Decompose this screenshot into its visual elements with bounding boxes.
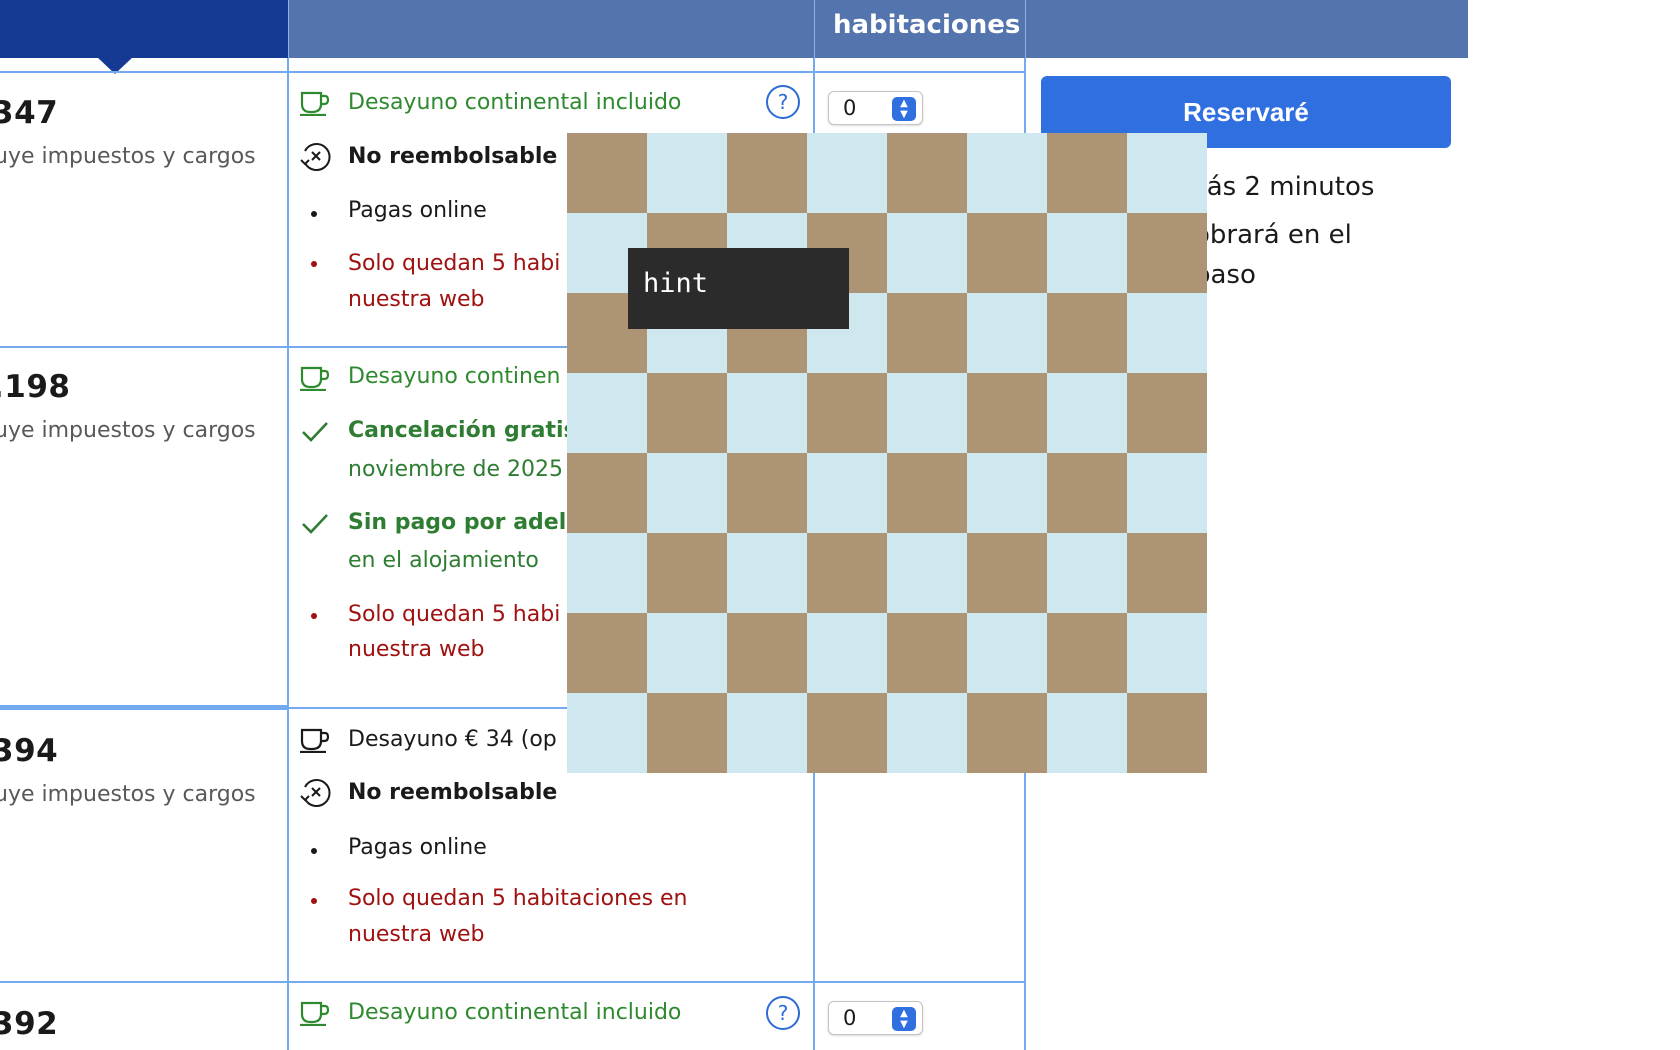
room-quantity-select[interactable]: 0 ▲ ▼ — [828, 91, 923, 125]
stepper-arrows-icon: ▲ ▼ — [892, 97, 916, 121]
room-quantity-value: 0 — [843, 1006, 857, 1030]
header-price-column — [0, 0, 288, 74]
hint-tooltip-text: hint — [643, 268, 709, 299]
checkmark-icon — [298, 415, 332, 449]
booking-info-line: obrará en el — [1194, 220, 1352, 250]
checkerboard-overlay — [567, 133, 1207, 773]
non-refundable-label: No reembolsable — [348, 780, 558, 805]
row-divider — [0, 981, 1025, 983]
room-price: .198 — [0, 369, 71, 405]
pay-at-property: en el alojamiento — [348, 548, 539, 573]
coffee-cup-icon — [298, 86, 332, 120]
row-divider — [0, 71, 1025, 73]
room-quantity-select[interactable]: 0 ▲ ▼ — [828, 1001, 923, 1035]
header-booking-column — [1025, 0, 1468, 58]
breakfast-optional: Desayuno € 34 (op — [348, 727, 557, 752]
coffee-cup-icon — [298, 996, 332, 1030]
bullet — [311, 848, 317, 854]
no-prepayment: Sin pago por adela — [348, 510, 582, 535]
rooms-heading: habitaciones — [833, 10, 1021, 40]
pay-online-label: Pagas online — [348, 198, 487, 223]
free-cancellation: Cancelación gratis — [348, 418, 577, 443]
taxes-note: uye impuestos y cargos — [0, 144, 256, 169]
breakfast-included: Desayuno continen — [348, 364, 561, 389]
availability-warning-cont: nuestra web — [348, 922, 485, 947]
free-cancellation-date: noviembre de 2025 — [348, 457, 564, 482]
availability-warning: Solo quedan 5 habitaciones en — [348, 886, 688, 911]
availability-warning: Solo quedan 5 habi — [348, 251, 561, 276]
availability-warning-cont: nuestra web — [348, 287, 485, 312]
coffee-cup-icon — [298, 723, 332, 757]
checkerboard-pattern — [567, 133, 1207, 773]
room-quantity-value: 0 — [843, 96, 857, 120]
hint-tooltip: hint — [628, 248, 849, 329]
availability-warning-cont: nuestra web — [348, 637, 485, 662]
stepper-arrows-icon: ▲ ▼ — [892, 1007, 916, 1031]
no-refund-icon — [298, 140, 332, 174]
availability-warning: Solo quedan 5 habi — [348, 602, 561, 627]
coffee-cup-icon — [298, 361, 332, 395]
booking-info-line: rás 2 minutos — [1196, 172, 1375, 202]
help-icon[interactable]: ? — [766, 85, 800, 119]
bullet — [311, 613, 317, 619]
taxes-note: uye impuestos y cargos — [0, 418, 256, 443]
room-price: 347 — [0, 95, 59, 131]
help-icon[interactable]: ? — [766, 996, 800, 1030]
room-price: 394 — [0, 733, 59, 769]
breakfast-included: Desayuno continental incluido — [348, 90, 682, 115]
taxes-note: uye impuestos y cargos — [0, 782, 256, 807]
bullet — [311, 898, 317, 904]
row-selection-bar — [0, 705, 287, 710]
header-conditions-column — [288, 0, 814, 58]
checkmark-icon — [298, 507, 332, 541]
header-rooms-column: habitaciones — [814, 0, 1025, 58]
no-refund-icon — [298, 776, 332, 810]
room-price: 392 — [0, 1006, 59, 1042]
bullet — [311, 211, 317, 217]
bullet — [311, 261, 317, 267]
column-divider — [287, 58, 289, 1050]
non-refundable-label: No reembolsable — [348, 144, 558, 169]
breakfast-included: Desayuno continental incluido — [348, 1000, 682, 1025]
pay-online-label: Pagas online — [348, 835, 487, 860]
